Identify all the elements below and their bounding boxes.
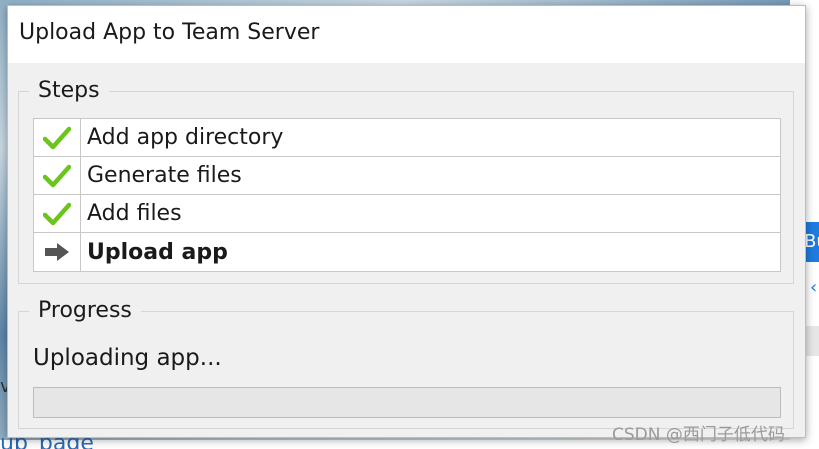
step-label: Add files: [87, 201, 182, 226]
step-row-add-app-directory: Add app directory: [34, 119, 780, 157]
step-row-add-files: Add files: [34, 195, 780, 233]
step-label: Generate files: [87, 163, 242, 188]
step-label-current: Upload app: [87, 239, 228, 265]
progress-bar: [33, 387, 781, 418]
check-icon: [34, 119, 81, 156]
dialog-title-bar[interactable]: Upload App to Team Server: [8, 6, 805, 63]
background-button[interactable]: Bu: [804, 222, 819, 262]
progress-group: Progress Uploading app...: [18, 297, 794, 429]
step-row-upload-app: Upload app: [34, 233, 780, 271]
step-label: Add app directory: [87, 125, 284, 150]
progress-status-text: Uploading app...: [33, 345, 222, 371]
dialog-title: Upload App to Team Server: [19, 20, 320, 45]
arrow-right-icon: [34, 233, 81, 271]
check-icon: [34, 157, 81, 194]
progress-legend: Progress: [29, 297, 141, 325]
upload-dialog: Upload App to Team Server Steps Add app …: [7, 5, 806, 438]
background-bar: [806, 326, 819, 356]
steps-group: Steps Add app directory Generate files A…: [18, 77, 794, 284]
background-chevron-icon[interactable]: ‹: [810, 276, 819, 300]
steps-legend: Steps: [29, 77, 109, 105]
step-row-generate-files: Generate files: [34, 157, 780, 195]
check-icon: [34, 195, 81, 232]
watermark: CSDN @西门子低代码: [612, 425, 785, 445]
steps-list: Add app directory Generate files Add fil…: [33, 118, 781, 272]
